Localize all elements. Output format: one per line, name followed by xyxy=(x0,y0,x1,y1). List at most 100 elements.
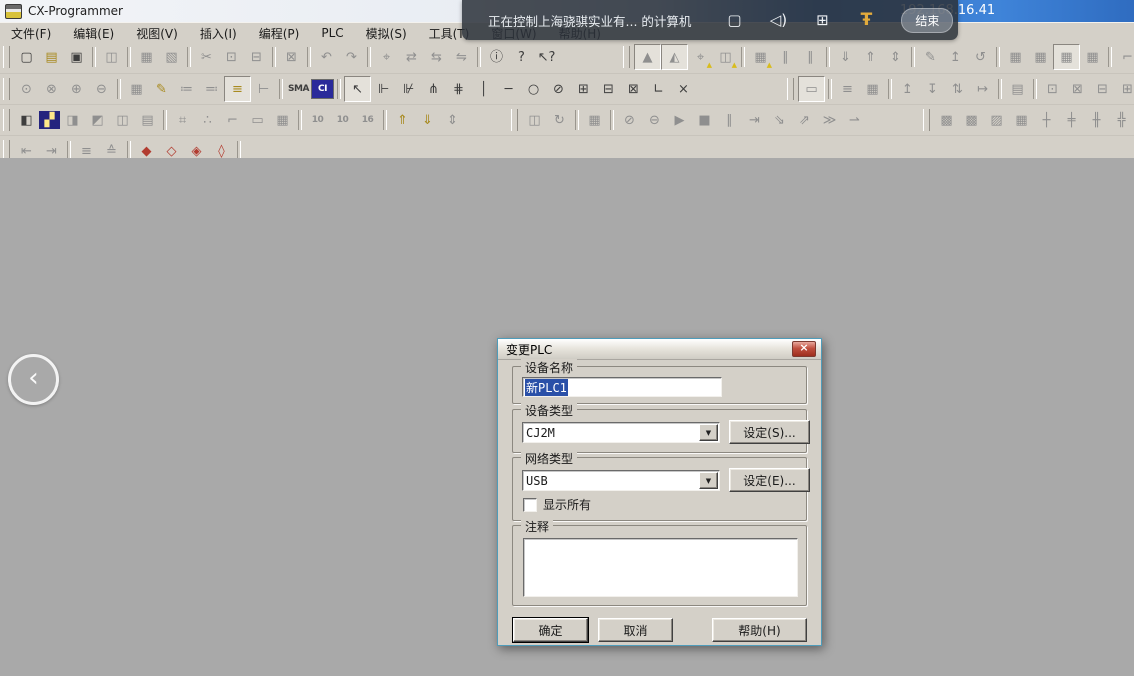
window-add-icon[interactable]: ⊞ xyxy=(813,11,831,29)
save-icon[interactable]: ▣ xyxy=(64,45,89,69)
go-down-icon[interactable]: ⇓ xyxy=(415,108,440,132)
zoom-out-icon[interactable]: ⊖ xyxy=(89,77,114,101)
cancel-button[interactable]: 取消 xyxy=(598,618,673,642)
sections-icon[interactable]: ≡ xyxy=(224,76,251,102)
auto-online-icon[interactable]: ◭ xyxy=(661,44,688,70)
replace-in-project-icon[interactable]: ⇋ xyxy=(449,45,474,69)
go-up-icon[interactable]: ⇑ xyxy=(390,108,415,132)
st-cross-3-icon[interactable]: ╫ xyxy=(1084,108,1109,132)
device-type-settings-button[interactable]: 设定(S)... xyxy=(729,420,810,444)
compare-with-plc-icon[interactable]: ⇕ xyxy=(883,45,908,69)
paste-special-icon[interactable]: ⊠ xyxy=(279,45,304,69)
toolbar-grip[interactable] xyxy=(511,109,518,131)
transfer-to-plc-icon[interactable]: ⇓ xyxy=(833,45,858,69)
tile-windows-icon[interactable]: ◫ xyxy=(110,108,135,132)
ci-view-icon[interactable]: CI xyxy=(311,79,334,99)
set-value-down-icon[interactable]: ↧ xyxy=(920,77,945,101)
st-cross-4-icon[interactable]: ╬ xyxy=(1109,108,1134,132)
sim-transfer-icon[interactable]: ◫ xyxy=(522,108,547,132)
sheet-2-icon[interactable]: ⊠ xyxy=(1065,77,1090,101)
address-table-icon[interactable]: ▦ xyxy=(270,108,295,132)
l-connector-icon[interactable]: ∟ xyxy=(646,77,671,101)
st-cross-1-icon[interactable]: ┼ xyxy=(1034,108,1059,132)
io-multiple-icon[interactable]: ≡ xyxy=(835,77,860,101)
sheet-3-icon[interactable]: ⊟ xyxy=(1090,77,1115,101)
volume-icon[interactable]: ◁) xyxy=(769,11,787,29)
delete-tool-icon[interactable]: × xyxy=(671,77,696,101)
dialog-view-icon[interactable]: ▭ xyxy=(245,108,270,132)
new-icon[interactable]: ▢ xyxy=(14,45,39,69)
find-abnormality-icon[interactable]: ⌖ xyxy=(688,45,713,69)
monitor-window-3-icon[interactable]: ▦ xyxy=(1053,44,1080,70)
output-window-icon[interactable]: ▞ xyxy=(39,111,60,129)
menu-item-3[interactable]: 视图(V) xyxy=(125,23,189,44)
pin-icon[interactable]: Ŧ xyxy=(857,10,875,30)
zoom-window-icon[interactable]: ⊙ xyxy=(14,77,39,101)
step-run-icon[interactable]: ⇥ xyxy=(742,108,767,132)
print-preview-icon[interactable]: ▧ xyxy=(159,45,184,69)
menu-item-1[interactable]: 文件(F) xyxy=(0,23,62,44)
set-value-up-icon[interactable]: ↥ xyxy=(895,77,920,101)
vertical-line-icon[interactable]: │ xyxy=(471,77,496,101)
properties-icon[interactable]: ▤ xyxy=(135,108,160,132)
paste-icon[interactable]: ⊟ xyxy=(244,45,269,69)
show-all-checkbox[interactable] xyxy=(523,498,537,512)
context-help-icon[interactable]: ↖? xyxy=(534,45,559,69)
undo-icon[interactable]: ↶ xyxy=(314,45,339,69)
pause-icon[interactable]: ∥ xyxy=(798,45,823,69)
workspace-window-icon[interactable]: ◧ xyxy=(14,108,39,132)
or-contact-icon[interactable]: ⋔ xyxy=(421,77,446,101)
replace-icon[interactable]: ⇄ xyxy=(399,45,424,69)
coil-icon[interactable]: ○ xyxy=(521,77,546,101)
device-name-input[interactable]: 新PLC1 xyxy=(522,377,722,397)
horizontal-line-icon[interactable]: ─ xyxy=(496,77,521,101)
cross-reference-window-icon[interactable]: ◨ xyxy=(60,108,85,132)
tree-view-icon[interactable]: ⊢ xyxy=(251,77,276,101)
fullscreen-icon[interactable]: ▢ xyxy=(725,11,743,29)
end-session-button[interactable]: 结束 xyxy=(901,8,953,33)
menu-item-5[interactable]: 编程(P) xyxy=(248,23,311,44)
or-closed-contact-icon[interactable]: ⋕ xyxy=(446,77,471,101)
step-out-icon[interactable]: ⇗ xyxy=(792,108,817,132)
io-table-error-icon[interactable]: ◫ xyxy=(713,45,738,69)
continuous-step-icon[interactable]: ≫ xyxy=(817,108,842,132)
watch-window-icon[interactable]: ▤ xyxy=(1005,77,1030,101)
sim-run-icon[interactable]: ▶ xyxy=(667,108,692,132)
pause-monitor-icon[interactable]: ∥ xyxy=(773,45,798,69)
select-tool-icon[interactable]: ↖ xyxy=(344,76,371,102)
set-value-right-icon[interactable]: ↦ xyxy=(970,77,995,101)
st-cross-2-icon[interactable]: ╪ xyxy=(1059,108,1084,132)
transfer-from-plc-icon[interactable]: ⇑ xyxy=(858,45,883,69)
cancel-online-edit-icon[interactable]: ↺ xyxy=(968,45,993,69)
hex-format-icon[interactable]: 16 xyxy=(355,108,380,132)
chevron-down-icon[interactable]: ▼ xyxy=(699,472,718,489)
inverted-instruction-icon[interactable]: ⊟ xyxy=(596,77,621,101)
memory-grid-icon[interactable]: ▦ xyxy=(860,77,885,101)
step-in-icon[interactable]: ⇘ xyxy=(767,108,792,132)
dialog-titlebar[interactable]: 变更PLC × xyxy=(498,339,821,360)
sheet-1-icon[interactable]: ⊡ xyxy=(1040,77,1065,101)
pv-window-icon[interactable]: ▭ xyxy=(798,76,825,102)
monitor-window-2-icon[interactable]: ▦ xyxy=(1028,45,1053,69)
rung-comment-icon[interactable]: ≔ xyxy=(174,77,199,101)
go-updown-icon[interactable]: ⇕ xyxy=(440,108,465,132)
closed-contact-icon[interactable]: ⊮ xyxy=(396,77,421,101)
differential-monitor-icon[interactable]: ⌐ xyxy=(1115,45,1134,69)
ok-button[interactable]: 确定 xyxy=(513,618,588,642)
comment-icon[interactable]: ✎ xyxy=(149,77,174,101)
sim-network-icon[interactable]: ▦ xyxy=(582,108,607,132)
network-type-settings-button[interactable]: 设定(E)... xyxy=(729,468,810,492)
grid-icon[interactable]: ▦ xyxy=(124,77,149,101)
monitor-window-4-icon[interactable]: ▦ xyxy=(1080,45,1105,69)
rung-wrap-icon[interactable]: ≕ xyxy=(199,77,224,101)
monitor-window-1-icon[interactable]: ▦ xyxy=(1003,45,1028,69)
cut-icon[interactable]: ✂ xyxy=(194,45,219,69)
zoom-in-icon[interactable]: ⊕ xyxy=(64,77,89,101)
split-window-icon[interactable]: ⌗ xyxy=(170,108,195,132)
toolbar-grip[interactable] xyxy=(3,78,10,100)
contact-icon[interactable]: ⊩ xyxy=(371,77,396,101)
toolbar-grip[interactable] xyxy=(787,78,794,100)
zoom-fit-icon[interactable]: ⊗ xyxy=(39,77,64,101)
find-in-project-icon[interactable]: ⇆ xyxy=(424,45,449,69)
fb-box-1-icon[interactable]: ▩ xyxy=(934,108,959,132)
